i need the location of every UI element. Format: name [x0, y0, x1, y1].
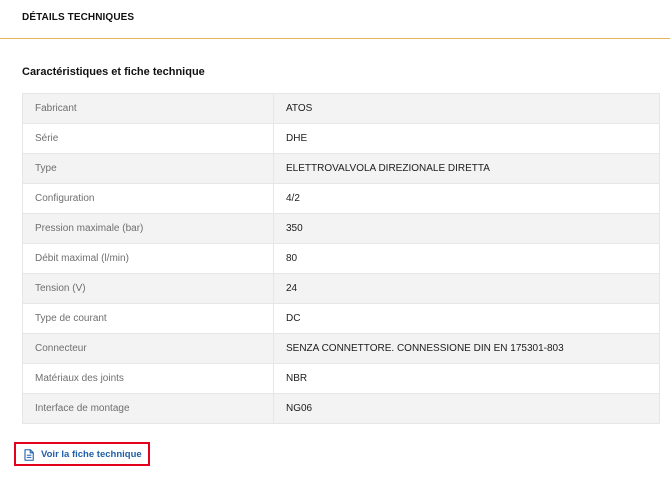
table-row: Débit maximal (l/min) 80 [22, 243, 660, 274]
spec-value-debit: 80 [273, 243, 660, 274]
view-datasheet-link[interactable]: Voir la fiche technique [14, 442, 150, 466]
spec-value-tension: 24 [273, 273, 660, 304]
spec-value-pression: 350 [273, 213, 660, 244]
spec-label-type: Type [22, 153, 274, 184]
view-datasheet-label: Voir la fiche technique [41, 448, 142, 460]
spec-value-joints: NBR [273, 363, 660, 394]
spec-label-pression: Pression maximale (bar) [22, 213, 274, 244]
document-icon [24, 448, 34, 461]
spec-value-serie: DHE [273, 123, 660, 154]
spec-value-fabricant: ATOS [273, 93, 660, 124]
spec-label-tension: Tension (V) [22, 273, 274, 304]
table-row: Interface de montage NG06 [22, 393, 660, 424]
table-row: Fabricant ATOS [22, 93, 660, 124]
table-row: Type de courant DC [22, 303, 660, 334]
table-row: Série DHE [22, 123, 660, 154]
section-header: DÉTAILS TECHNIQUES [0, 0, 670, 39]
spec-label-joints: Matériaux des joints [22, 363, 274, 394]
spec-value-configuration: 4/2 [273, 183, 660, 214]
table-row: Type ELETTROVALVOLA DIREZIONALE DIRETTA [22, 153, 660, 184]
spec-label-connecteur: Connecteur [22, 333, 274, 364]
spec-value-courant: DC [273, 303, 660, 334]
table-row: Configuration 4/2 [22, 183, 660, 214]
table-row: Tension (V) 24 [22, 273, 660, 304]
spec-label-interface: Interface de montage [22, 393, 274, 424]
spec-value-type: ELETTROVALVOLA DIREZIONALE DIRETTA [273, 153, 660, 184]
specs-table: Fabricant ATOS Série DHE Type ELETTROVAL… [22, 93, 660, 424]
spec-label-fabricant: Fabricant [22, 93, 274, 124]
spec-label-courant: Type de courant [22, 303, 274, 334]
spec-label-configuration: Configuration [22, 183, 274, 214]
table-row: Pression maximale (bar) 350 [22, 213, 660, 244]
specs-heading: Caractéristiques et fiche technique [22, 66, 205, 78]
spec-value-interface: NG06 [273, 393, 660, 424]
spec-label-serie: Série [22, 123, 274, 154]
table-row: Connecteur SENZA CONNETTORE. CONNESSIONE… [22, 333, 660, 364]
spec-value-connecteur: SENZA CONNETTORE. CONNESSIONE DIN EN 175… [273, 333, 660, 364]
section-title: DÉTAILS TECHNIQUES [22, 12, 135, 23]
table-row: Matériaux des joints NBR [22, 363, 660, 394]
spec-label-debit: Débit maximal (l/min) [22, 243, 274, 274]
